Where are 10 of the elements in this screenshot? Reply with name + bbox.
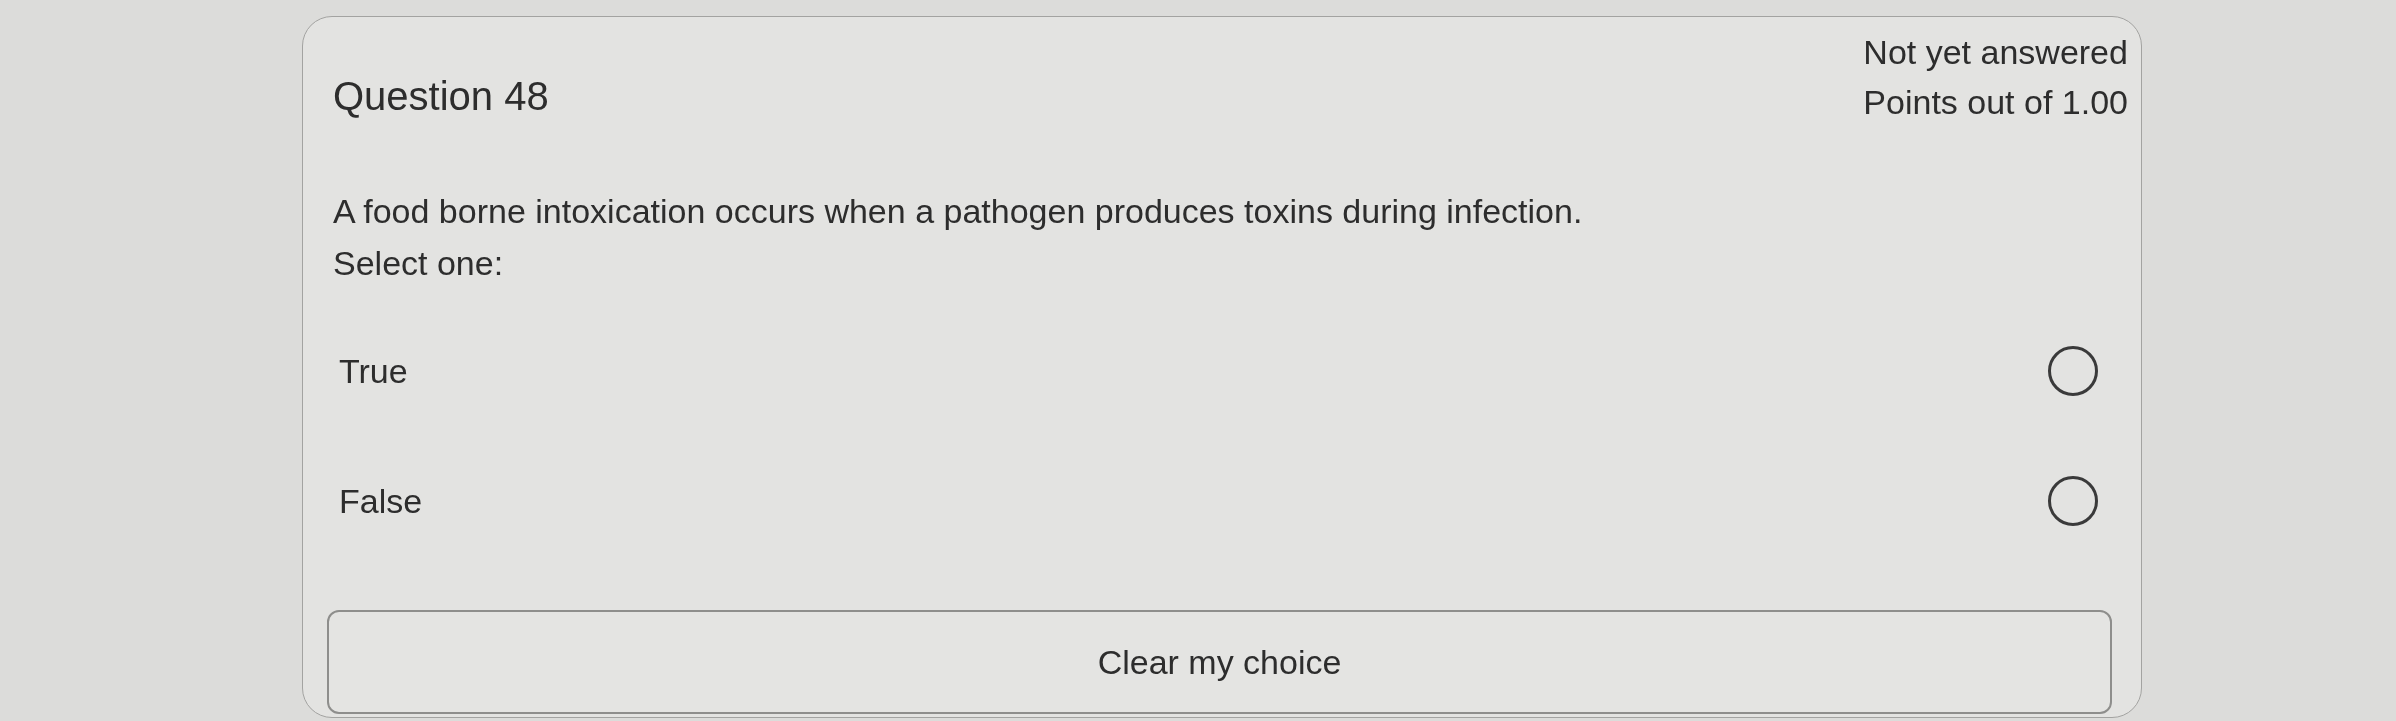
radio-button[interactable] — [2048, 346, 2098, 396]
points-info: Points out of 1.00 — [1863, 82, 2128, 123]
radio-button[interactable] — [2048, 476, 2098, 526]
clear-choice-button[interactable]: Clear my choice — [327, 610, 2112, 714]
answer-status: Not yet answered — [1863, 32, 2128, 73]
option-label[interactable]: False — [339, 479, 423, 523]
option-label[interactable]: True — [339, 349, 408, 393]
question-text: A food borne intoxication occurs when a pathogen produces toxins during infection. — [333, 191, 1583, 232]
select-prompt: Select one: — [333, 243, 504, 284]
question-title: Question 48 — [333, 73, 549, 120]
